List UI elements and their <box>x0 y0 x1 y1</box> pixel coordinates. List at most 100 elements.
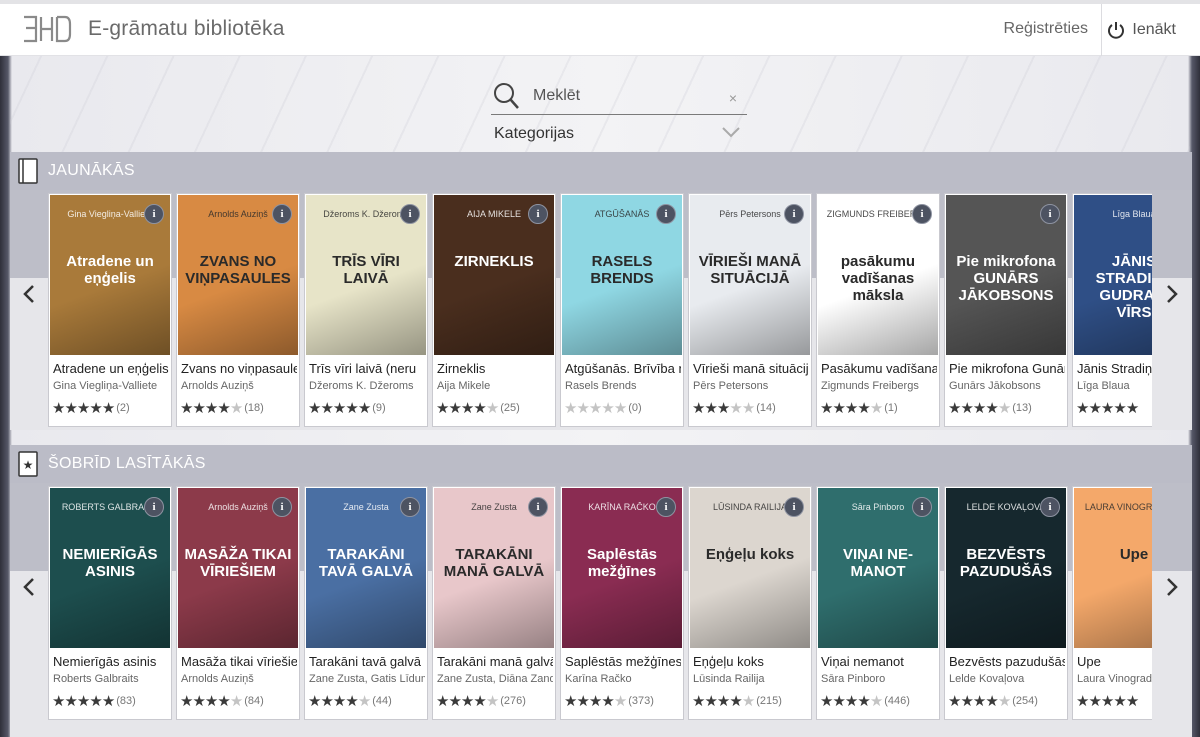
info-icon[interactable]: i <box>912 497 932 517</box>
book-card[interactable]: ATGŪŠANĀS RASELS BRENDS i Atgūšanās. Brīvīb… <box>560 193 684 427</box>
book-card[interactable]: Zane Zusta TARAKĀNI TAVĀ GALVĀ i Tarakāni t… <box>304 486 428 720</box>
book-title[interactable]: Bezvēsts pazudušās <box>949 654 1065 669</box>
book-cover[interactable]: Zane Zusta TARAKĀNI MANĀ GALVĀ i <box>434 488 554 648</box>
book-card[interactable]: Džeroms K. Džeroms TRĪS VĪRI LAIVĀ i Trīs v… <box>304 193 428 427</box>
book-card[interactable]: Arnolds Auziņš MASĀŽA TIKAI VĪRIEŠIEM i Mas… <box>176 486 300 720</box>
book-cover[interactable]: Arnolds Auziņš ZVANS NO VIŅPASAULES i <box>178 195 298 355</box>
book-title[interactable]: Saplēstās mežģīnes <box>565 654 681 669</box>
star-icon: ★ <box>1076 400 1089 417</box>
search-input[interactable] <box>531 84 725 108</box>
chevron-down-icon <box>722 127 740 138</box>
book-card[interactable]: AIJA MIKELE ZIRNEKLIS i Zirneklis Aija Mikel… <box>432 193 556 427</box>
info-icon[interactable]: i <box>784 204 804 224</box>
book-card[interactable]: ZIGMUNDS FREIBERGS pasākumu vadīšanas māk… <box>816 193 940 427</box>
info-icon[interactable]: i <box>656 204 676 224</box>
book-title[interactable]: Atradene un eņģelis <box>53 361 169 376</box>
book-title[interactable]: Pasākumu vadīšanas <box>821 361 937 376</box>
star-icon: ★ <box>729 400 742 417</box>
logo-icon[interactable] <box>22 14 72 44</box>
book-title[interactable]: Tarakāni tavā galvā <box>309 654 425 669</box>
next-arrow-icon[interactable] <box>1161 569 1183 605</box>
info-icon[interactable]: i <box>400 497 420 517</box>
book-title[interactable]: Eņģeļu koks <box>693 654 809 669</box>
book-title[interactable]: Pie mikrofona Gunārs <box>949 361 1065 376</box>
book-card[interactable]: Arnolds Auziņš ZVANS NO VIŅPASAULES i Zvans… <box>176 193 300 427</box>
info-icon[interactable]: i <box>144 497 164 517</box>
book-cover[interactable]: ATGŪŠANĀS RASELS BRENDS i <box>562 195 682 355</box>
book-title[interactable]: Tarakāni manā galvā <box>437 654 553 669</box>
prev-arrow-icon[interactable] <box>18 276 40 312</box>
info-icon[interactable]: i <box>656 497 676 517</box>
book-title[interactable]: Trīs vīri laivā (neru <box>309 361 425 376</box>
star-icon: ★ <box>332 400 346 417</box>
info-icon[interactable]: i <box>272 497 292 517</box>
book-cover[interactable]: ZIGMUNDS FREIBERGS pasākumu vadīšanas māk… <box>818 195 938 355</box>
star-icon: ★ <box>448 400 461 417</box>
book-title[interactable]: Atgūšanās. Brīvība no <box>565 361 681 376</box>
book-title[interactable]: Nemierīgās asinis <box>53 654 169 669</box>
power-icon <box>1108 22 1125 39</box>
site-title[interactable]: E-grāmatu bibliotēka <box>88 17 285 41</box>
book-title[interactable]: Masāža tikai vīriešiem <box>181 654 297 669</box>
book-card[interactable]: ROBERTS GALBRAITS NEMIERĪGĀS ASINIS i Nemie… <box>48 486 172 720</box>
cover-author-text: LAURA VINOGRADOVA <box>1084 502 1152 512</box>
book-cover[interactable]: AIJA MIKELE ZIRNEKLIS i <box>434 195 554 355</box>
star-icon: ★ <box>101 693 115 710</box>
book-card[interactable]: Pie mikrofona GUNĀRS JĀKOBSONS i Pie mikro… <box>944 193 1068 427</box>
next-arrow-icon[interactable] <box>1161 276 1183 312</box>
info-icon[interactable]: i <box>144 204 164 224</box>
book-cover[interactable]: KARĪNA RAČKO Saplēstās mežģīnes i <box>562 488 682 648</box>
info-icon[interactable]: i <box>1040 204 1060 224</box>
book-title[interactable]: Zirneklis <box>437 361 553 376</box>
book-cover[interactable]: LELDE KOVAĻOVA BEZVĒSTS PAZUDUŠĀS i <box>946 488 1066 648</box>
info-icon[interactable]: i <box>528 497 548 517</box>
book-cover[interactable]: Sāra Pinboro VIŅAI NE-MANOT i <box>818 488 938 648</box>
book-cover[interactable]: Pērs Petersons VĪRIEŠI MANĀ SITUĀCIJĀ i <box>690 195 810 355</box>
book-cover[interactable]: Līga BlauaJĀNIS STRADIŅŠ GUDRAIS VĪRSi <box>1074 195 1152 355</box>
prev-arrow-icon[interactable] <box>18 569 40 605</box>
categories-dropdown[interactable]: Kategorijas <box>491 122 747 148</box>
info-icon[interactable]: i <box>784 497 804 517</box>
book-cover[interactable]: Gina Viegliņa-Valliete Atradene un eņģeli… <box>50 195 170 355</box>
book-card[interactable]: Pērs Petersons VĪRIEŠI MANĀ SITUĀCIJĀ i Vīr… <box>688 193 812 427</box>
star-icon: ★ <box>229 693 243 710</box>
book-author: Lūsinda Railija <box>693 673 765 685</box>
book-cover[interactable]: ROBERTS GALBRAITS NEMIERĪGĀS ASINIS i <box>50 488 170 648</box>
book-title[interactable]: Upe <box>1077 654 1152 669</box>
book-card[interactable]: LŪSINDA RAILIJA Eņģeļu koks i Eņģeļu koks Lū… <box>688 486 812 720</box>
login-button[interactable]: Ienākt <box>1106 20 1176 40</box>
register-link[interactable]: Reģistrēties <box>1004 20 1088 38</box>
book-cover[interactable]: Zane Zusta TARAKĀNI TAVĀ GALVĀ i <box>306 488 426 648</box>
book-card[interactable]: Sāra Pinboro VIŅAI NE-MANOT i Viņai nemanot… <box>816 486 940 720</box>
book-title[interactable]: Vīrieši manā situācijā <box>693 361 809 376</box>
info-icon[interactable]: i <box>912 204 932 224</box>
search-icon[interactable] <box>493 82 519 110</box>
book-cover[interactable]: Arnolds Auziņš MASĀŽA TIKAI VĪRIEŠIEM i <box>178 488 298 648</box>
book-title[interactable]: Jānis Stradiņš <box>1077 361 1152 376</box>
info-icon[interactable]: i <box>1040 497 1060 517</box>
book-card[interactable]: LELDE KOVAĻOVA BEZVĒSTS PAZUDUŠĀS i Bezvēst… <box>944 486 1068 720</box>
book-card[interactable]: Gina Viegliņa-Valliete Atradene un eņģeli… <box>48 193 172 427</box>
cover-title-text: ZIRNEKLIS <box>454 253 534 270</box>
book-card[interactable]: Zane Zusta TARAKĀNI MANĀ GALVĀ i Tarakāni m… <box>432 486 556 720</box>
info-icon[interactable]: i <box>528 204 548 224</box>
book-cover[interactable]: Pie mikrofona GUNĀRS JĀKOBSONS i <box>946 195 1066 355</box>
book-cover[interactable]: Džeroms K. Džeroms TRĪS VĪRI LAIVĀ i <box>306 195 426 355</box>
star-icon: ★ <box>485 693 499 710</box>
book-cover[interactable]: LŪSINDA RAILIJA Eņģeļu koks i <box>690 488 810 648</box>
book-cover[interactable]: LAURA VINOGRADOVAUpei <box>1074 488 1152 648</box>
cover-title-text: RASELS BRENDS <box>590 253 654 287</box>
info-icon[interactable]: i <box>400 204 420 224</box>
info-icon[interactable]: i <box>272 204 292 224</box>
book-author: Zigmunds Freibergs <box>821 380 919 392</box>
book-author: Džeroms K. Džeroms <box>309 380 414 392</box>
star-icon: ★ <box>485 400 499 417</box>
book-card[interactable]: LAURA VINOGRADOVAUpeiUpeLaura Vinogradov… <box>1072 486 1152 720</box>
book-card[interactable]: KARĪNA RAČKO Saplēstās mežģīnes i Saplēstās… <box>560 486 684 720</box>
rating-count: (83) <box>116 695 136 707</box>
book-card[interactable]: Līga BlauaJĀNIS STRADIŅŠ GUDRAIS VĪRSi Jā… <box>1072 193 1152 427</box>
clear-search-button[interactable]: × <box>729 90 737 106</box>
book-title[interactable]: Zvans no viņpasaules <box>181 361 297 376</box>
book-title[interactable]: Viņai nemanot <box>821 654 937 669</box>
star-rating: ★★★★★ (0) <box>564 399 642 417</box>
